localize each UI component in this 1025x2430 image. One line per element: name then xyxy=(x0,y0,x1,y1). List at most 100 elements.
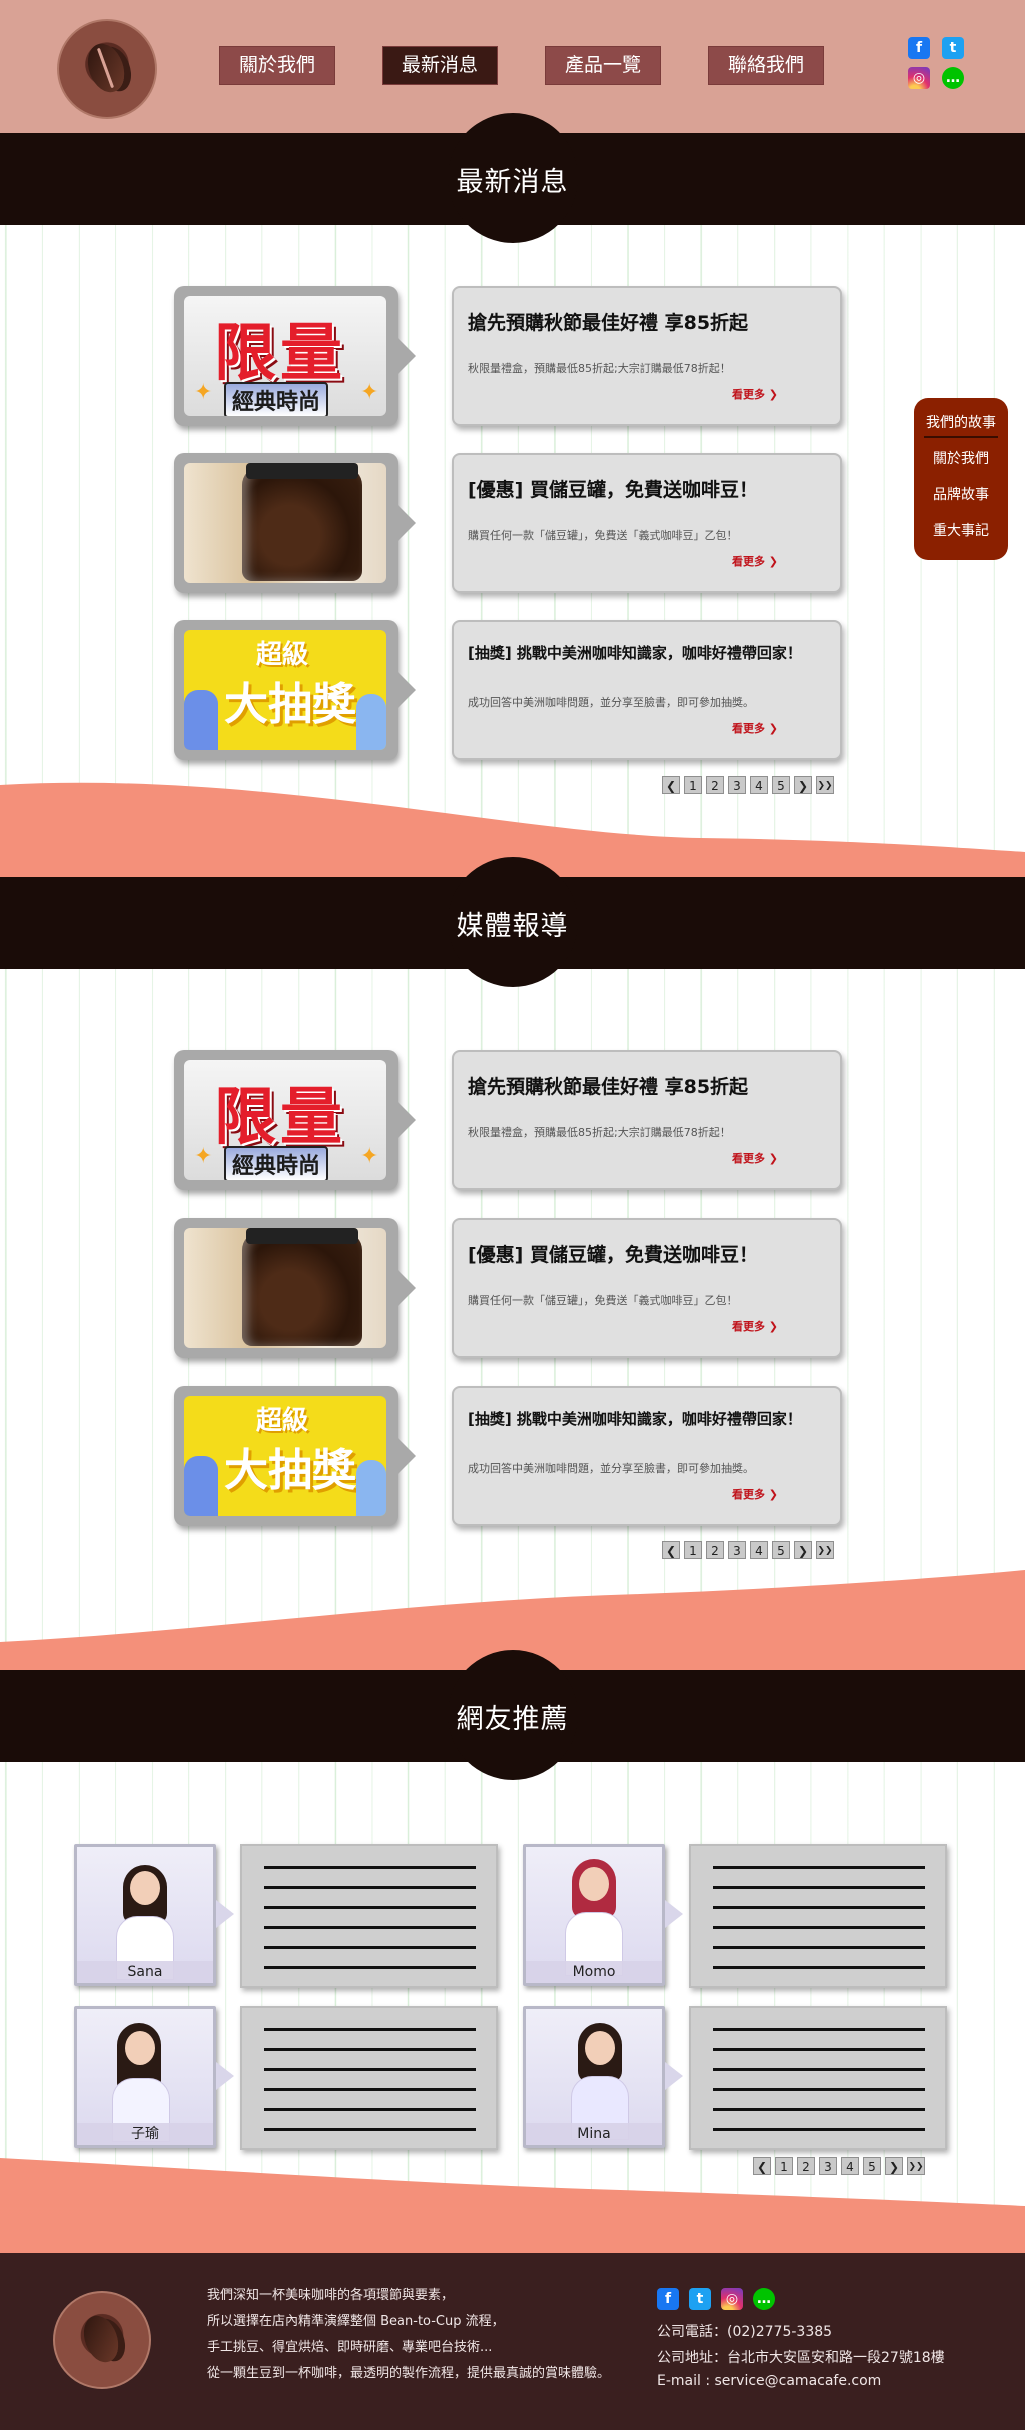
instagram-icon[interactable]: ◎ xyxy=(908,67,930,89)
footer-about-line: 所以選擇在店內精準演繹整個 Bean-to-Cup 流程， xyxy=(207,2314,505,2329)
nav-contact[interactable]: 聯絡我們 xyxy=(709,47,823,84)
page-button[interactable]: 4 xyxy=(750,776,768,794)
pagination: ❮ 1 2 3 4 5 ❯ ❯❯ xyxy=(662,1541,834,1559)
news-thumb-frame[interactable] xyxy=(174,453,416,593)
limited-edition-image: 限量 經典時尚 ✦ ✦ xyxy=(184,296,386,416)
prev-page-button[interactable]: ❮ xyxy=(753,2157,771,2175)
prev-page-button[interactable]: ❮ xyxy=(662,1541,680,1559)
news-thumb-frame[interactable]: 超級 大抽獎 xyxy=(174,620,416,760)
page-button[interactable]: 5 xyxy=(863,2157,881,2175)
reviewer-name: Mina xyxy=(526,2123,662,2145)
page-button[interactable]: 3 xyxy=(819,2157,837,2175)
page-button[interactable]: 1 xyxy=(775,2157,793,2175)
media-desc: 秋限量禮盒，預購最低85折起;大宗訂購最低78折起！ xyxy=(468,1126,731,1139)
next-page-button[interactable]: ❯ xyxy=(794,1541,812,1559)
media-card[interactable]: [抽獎] 挑戰中美洲咖啡知識家，咖啡好禮帶回家！ 成功回答中美洲咖啡問題，並分享… xyxy=(452,1386,842,1526)
page-button[interactable]: 4 xyxy=(841,2157,859,2175)
facebook-icon[interactable]: f xyxy=(908,37,930,59)
footer-email[interactable]: E-mail : service@camacafe.com xyxy=(657,2373,881,2389)
media-card[interactable]: 搶先預購秋節最佳好禮 享85折起 秋限量禮盒，預購最低85折起;大宗訂購最低78… xyxy=(452,1050,842,1190)
side-menu-our-story[interactable]: 我們的故事 xyxy=(914,412,1008,432)
media-thumb-frame[interactable]: 超級 大抽獎 xyxy=(174,1386,416,1526)
nav-about[interactable]: 關於我們 xyxy=(220,47,334,84)
media-desc: 成功回答中美洲咖啡問題，並分享至臉書，即可參加抽獎。 xyxy=(468,1462,754,1475)
media-thumb-frame[interactable] xyxy=(174,1218,416,1358)
side-menu-about[interactable]: 關於我們 xyxy=(914,448,1008,468)
twitter-icon[interactable]: t xyxy=(942,37,964,59)
page-button[interactable]: 2 xyxy=(797,2157,815,2175)
side-menu-milestones[interactable]: 重大事記 xyxy=(914,520,1008,540)
media-desc: 購買任何一款「儲豆罐」，免費送「義式咖啡豆」乙包！ xyxy=(468,1294,738,1307)
reviewer-name: Sana xyxy=(77,1961,213,1983)
footer-about-line: 手工挑豆、得宜烘焙、即時研磨、專業吧台技術... xyxy=(207,2340,493,2355)
media-title: 搶先預購秋節最佳好禮 享85折起 xyxy=(468,1076,749,1098)
reviewer-card[interactable]: Momo xyxy=(523,1844,683,1986)
page-button[interactable]: 2 xyxy=(706,1541,724,1559)
news-thumb-frame[interactable]: 限量 經典時尚 ✦ ✦ xyxy=(174,286,416,426)
footer-logo[interactable] xyxy=(53,2291,151,2389)
reviewer-card[interactable]: Sana xyxy=(74,1844,234,1986)
media-thumb-frame[interactable]: 限量 經典時尚 ✦ ✦ xyxy=(174,1050,416,1190)
footer-phone: 公司電話：(02)2775-3385 xyxy=(657,2324,833,2340)
news-desc: 購買任何一款「儲豆罐」，免費送「義式咖啡豆」乙包！ xyxy=(468,529,738,542)
page-button[interactable]: 3 xyxy=(728,776,746,794)
read-more-link[interactable]: 看更多 ❯ xyxy=(732,553,778,569)
twitter-icon[interactable]: t xyxy=(689,2288,711,2310)
read-more-link[interactable]: 看更多 ❯ xyxy=(732,720,778,736)
read-more-link[interactable]: 看更多 ❯ xyxy=(732,386,778,402)
next-page-button[interactable]: ❯ xyxy=(885,2157,903,2175)
news-card[interactable]: [優惠] 買儲豆罐，免費送咖啡豆！ 購買任何一款「儲豆罐」，免費送「義式咖啡豆」… xyxy=(452,453,842,593)
last-page-button[interactable]: ❯❯ xyxy=(907,2157,925,2175)
news-title: [優惠] 買儲豆罐，免費送咖啡豆！ xyxy=(468,479,758,501)
prev-page-button[interactable]: ❮ xyxy=(662,776,680,794)
media-card[interactable]: [優惠] 買儲豆罐，免費送咖啡豆！ 購買任何一款「儲豆罐」，免費送「義式咖啡豆」… xyxy=(452,1218,842,1358)
review-text-placeholder xyxy=(240,1844,498,1988)
news-desc: 成功回答中美洲咖啡問題，並分享至臉書，即可參加抽獎。 xyxy=(468,696,754,709)
next-page-button[interactable]: ❯ xyxy=(794,776,812,794)
site-footer: 我們深知一杯美味咖啡的各項環節與要素， 所以選擇在店內精準演繹整個 Bean-t… xyxy=(0,2253,1025,2430)
pagination: ❮ 1 2 3 4 5 ❯ ❯❯ xyxy=(753,2157,925,2175)
line-icon[interactable]: … xyxy=(753,2288,775,2310)
limited-edition-image: 限量 經典時尚 ✦ ✦ xyxy=(184,1060,386,1180)
lottery-image: 超級 大抽獎 xyxy=(184,1396,386,1516)
page-button[interactable]: 1 xyxy=(684,1541,702,1559)
instagram-icon[interactable]: ◎ xyxy=(721,2288,743,2310)
footer-about-line: 我們深知一杯美味咖啡的各項環節與要素， xyxy=(207,2288,455,2303)
lottery-image: 超級 大抽獎 xyxy=(184,630,386,750)
footer-about-line: 從一顆生豆到一杯咖啡，最透明的製作流程，提供最真誠的賞味體驗。 xyxy=(207,2366,611,2381)
section-title-reviews: 網友推薦 xyxy=(456,1704,569,1735)
page-button[interactable]: 4 xyxy=(750,1541,768,1559)
review-text-placeholder xyxy=(689,2006,947,2150)
last-page-button[interactable]: ❯❯ xyxy=(816,776,834,794)
read-more-link[interactable]: 看更多 ❯ xyxy=(732,1318,778,1334)
reviewer-name: Momo xyxy=(526,1961,662,1983)
media-title: [優惠] 買儲豆罐，免費送咖啡豆！ xyxy=(468,1244,758,1266)
reviewer-name: 子瑜 xyxy=(77,2123,213,2145)
page-button[interactable]: 3 xyxy=(728,1541,746,1559)
pagination: ❮ 1 2 3 4 5 ❯ ❯❯ xyxy=(662,776,834,794)
news-title: [抽獎] 挑戰中美洲咖啡知識家，咖啡好禮帶回家！ xyxy=(468,644,802,662)
side-menu-brand-story[interactable]: 品牌故事 xyxy=(914,484,1008,504)
coffee-jar-image xyxy=(184,463,386,583)
read-more-link[interactable]: 看更多 ❯ xyxy=(732,1486,778,1502)
section-title-media: 媒體報導 xyxy=(456,911,569,942)
reviewer-card[interactable]: Mina xyxy=(523,2006,683,2148)
news-title: 搶先預購秋節最佳好禮 享85折起 xyxy=(468,312,749,334)
page-button[interactable]: 1 xyxy=(684,776,702,794)
reviewer-card[interactable]: 子瑜 xyxy=(74,2006,234,2148)
facebook-icon[interactable]: f xyxy=(657,2288,679,2310)
review-text-placeholder xyxy=(689,1844,947,1988)
last-page-button[interactable]: ❯❯ xyxy=(816,1541,834,1559)
news-card[interactable]: [抽獎] 挑戰中美洲咖啡知識家，咖啡好禮帶回家！ 成功回答中美洲咖啡問題，並分享… xyxy=(452,620,842,760)
nav-news[interactable]: 最新消息 xyxy=(383,47,497,84)
page-button[interactable]: 2 xyxy=(706,776,724,794)
news-desc: 秋限量禮盒，預購最低85折起;大宗訂購最低78折起！ xyxy=(468,362,731,375)
news-card[interactable]: 搶先預購秋節最佳好禮 享85折起 秋限量禮盒，預購最低85折起;大宗訂購最低78… xyxy=(452,286,842,426)
page-button[interactable]: 5 xyxy=(772,776,790,794)
line-icon[interactable]: … xyxy=(942,67,964,89)
site-logo[interactable] xyxy=(57,19,157,119)
nav-products[interactable]: 產品一覽 xyxy=(546,47,660,84)
side-menu: 我們的故事 關於我們 品牌故事 重大事記 xyxy=(914,398,1008,560)
read-more-link[interactable]: 看更多 ❯ xyxy=(732,1150,778,1166)
page-button[interactable]: 5 xyxy=(772,1541,790,1559)
